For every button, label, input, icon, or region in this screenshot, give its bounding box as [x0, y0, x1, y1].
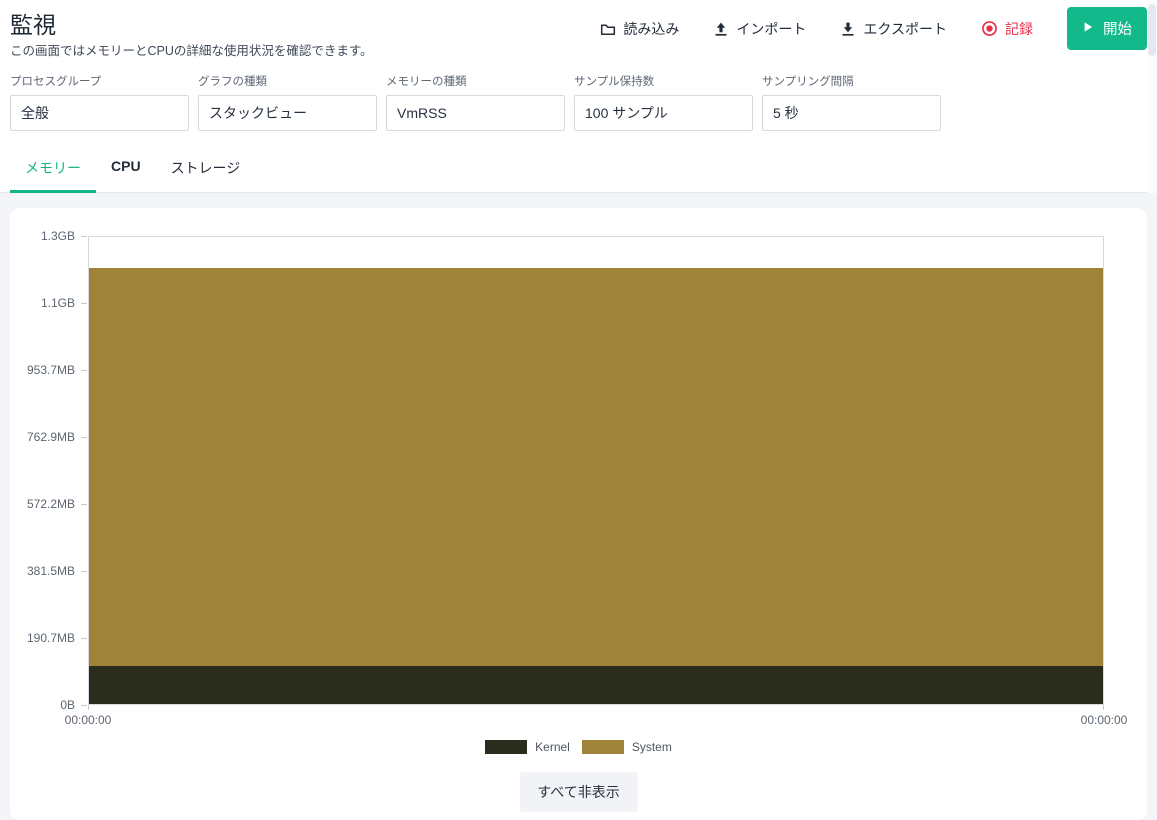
filter-row: プロセスグループ グラフの種類 メモリーの種類 サンプル保持数 サンプリング間隔 — [10, 73, 941, 131]
x-axis-start-label: 00:00:00 — [64, 713, 112, 727]
field-memory-type: メモリーの種類 — [386, 73, 565, 131]
legend-kernel-label: Kernel — [535, 740, 570, 754]
load-button[interactable]: 読み込み — [600, 19, 679, 39]
load-button-label: 読み込み — [623, 20, 680, 37]
page-subtitle: この画面ではメモリーとCPUの詳細な使用状況を確認できます。 — [10, 44, 373, 58]
chart-card: 1.3GB 1.1GB 953.7MB 762.9MB 572.2MB 381.5MB 19… — [10, 208, 1147, 820]
start-button[interactable]: 開始 — [1067, 7, 1147, 50]
toolbar: 読み込み インポート エクスポート 記録 開始 — [600, 0, 1147, 57]
y-tick-mark — [81, 303, 87, 304]
plot-area[interactable] — [88, 236, 1104, 705]
y-tick-mark — [81, 236, 87, 237]
download-icon — [840, 21, 856, 37]
record-icon — [981, 20, 998, 37]
app-root: { "page": { "title": "監視", "subtitle": "… — [0, 0, 1157, 820]
y-tick-label: 1.3GB — [40, 229, 75, 243]
scrollbar[interactable] — [1147, 0, 1157, 193]
graph-type-label: グラフの種類 — [198, 76, 267, 88]
y-tick-mark — [81, 571, 87, 572]
y-tick-label: 762.9MB — [26, 430, 75, 444]
sample-count-select[interactable] — [574, 95, 753, 131]
start-button-label: 開始 — [1103, 22, 1132, 38]
sample-count-label: サンプル保持数 — [574, 76, 655, 88]
x-tick-end — [1103, 705, 1104, 710]
tab-cpu[interactable]: CPU — [96, 150, 156, 193]
y-tick-mark — [81, 705, 87, 706]
graph-type-select[interactable] — [198, 95, 377, 131]
upload-icon — [713, 21, 729, 37]
memory-type-select[interactable] — [386, 95, 565, 131]
import-button[interactable]: インポート — [713, 19, 806, 39]
play-icon — [1082, 21, 1094, 37]
series-band-system — [89, 268, 1103, 667]
legend-item-kernel[interactable]: Kernel — [485, 740, 570, 754]
tab-storage[interactable]: ストレージ — [156, 150, 256, 193]
field-graph-type: グラフの種類 — [198, 73, 377, 131]
record-button[interactable]: 記録 — [981, 19, 1033, 39]
page-title: 監視 — [10, 12, 56, 38]
y-tick-label: 572.2MB — [26, 497, 75, 511]
system-swatch — [581, 740, 624, 754]
y-tick-label: 953.7MB — [26, 363, 75, 377]
legend-item-system[interactable]: System — [581, 740, 672, 754]
chart-legend: Kernel System — [10, 740, 1147, 754]
y-tick-label: 0B — [60, 698, 75, 712]
hide-all-button[interactable]: すべて非表示 — [519, 772, 638, 812]
x-axis-end-label: 00:00:00 — [1080, 713, 1128, 727]
y-axis: 1.3GB 1.1GB 953.7MB 762.9MB 572.2MB 381.5MB 19… — [10, 229, 88, 712]
record-button-label: 記録 — [1005, 20, 1033, 37]
process-group-label: プロセスグループ — [10, 76, 102, 88]
folder-icon — [600, 21, 616, 37]
x-tick-start — [88, 705, 89, 710]
field-sample-count: サンプル保持数 — [574, 73, 753, 131]
process-group-select[interactable] — [10, 95, 189, 131]
sampling-interval-label: サンプリング間隔 — [762, 76, 854, 88]
scrollbar-thumb[interactable] — [1148, 4, 1156, 56]
y-tick-mark — [81, 638, 87, 639]
memory-type-label: メモリーの種類 — [386, 76, 467, 88]
series-band-kernel — [89, 666, 1103, 704]
import-button-label: インポート — [736, 20, 807, 37]
y-tick-mark — [81, 370, 87, 371]
field-sampling-interval: サンプリング間隔 — [762, 73, 941, 131]
sampling-interval-select[interactable] — [762, 95, 941, 131]
field-process-group: プロセスグループ — [10, 73, 189, 131]
y-tick-label: 190.7MB — [26, 631, 75, 645]
kernel-swatch — [485, 740, 528, 754]
y-tick-mark — [81, 504, 87, 505]
tab-memory[interactable]: メモリー — [10, 150, 96, 193]
y-tick-label: 1.1GB — [40, 296, 75, 310]
tab-bar: メモリー CPU ストレージ — [0, 150, 1157, 193]
content-region: 1.3GB 1.1GB 953.7MB 762.9MB 572.2MB 381.5MB 19… — [0, 193, 1157, 820]
y-tick-label: 381.5MB — [26, 564, 75, 578]
y-tick-mark — [81, 437, 87, 438]
export-button-label: エクスポート — [863, 20, 947, 37]
export-button[interactable]: エクスポート — [840, 19, 947, 39]
legend-system-label: System — [631, 740, 672, 754]
